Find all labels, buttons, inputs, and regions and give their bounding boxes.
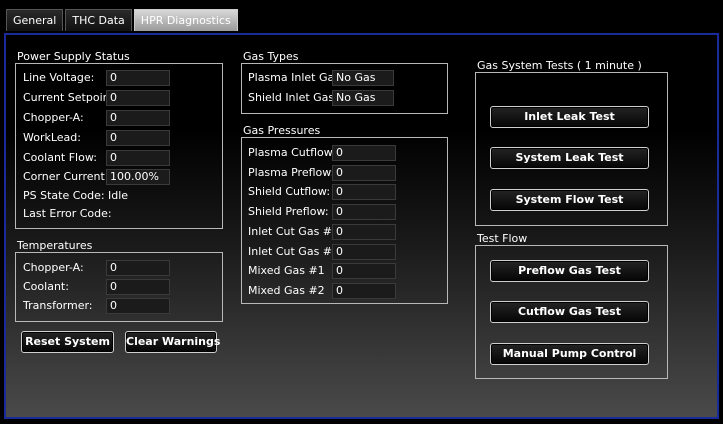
ps-label: Corner Current:	[23, 170, 109, 183]
preflow-gas-test-button[interactable]: Preflow Gas Test	[490, 260, 649, 282]
manual-pump-control-button[interactable]: Manual Pump Control	[490, 343, 649, 365]
plasma-inlet-gas-field: No Gas	[332, 70, 394, 86]
line-voltage-field: 0	[106, 70, 170, 86]
temp-label: Transformer:	[23, 299, 93, 312]
tab-general[interactable]: General	[6, 9, 64, 31]
test-flow-title: Test Flow	[477, 232, 528, 245]
ps-label: WorkLead:	[23, 131, 81, 144]
power-supply-title: Power Supply Status	[17, 50, 130, 63]
gas-system-tests-title: Gas System Tests ( 1 minute )	[477, 59, 642, 72]
mixed-gas-1-field: 0	[332, 263, 396, 279]
ps-label: PS State Code:	[23, 189, 105, 202]
gp-label: Shield Preflow:	[248, 205, 329, 218]
tab-thc-data[interactable]: THC Data	[65, 9, 132, 31]
gp-label: Inlet Cut Gas #1	[248, 225, 340, 238]
ps-label: Last Error Code:	[23, 207, 112, 220]
gas-type-label: Shield Inlet Gas:	[248, 91, 338, 104]
inlet-leak-test-button[interactable]: Inlet Leak Test	[490, 106, 649, 128]
gas-pressures-title: Gas Pressures	[243, 124, 321, 137]
ps-label: Chopper-A:	[23, 111, 84, 124]
temp-label: Coolant:	[23, 280, 69, 293]
shield-preflow-field: 0	[332, 204, 396, 220]
system-flow-test-button[interactable]: System Flow Test	[490, 189, 649, 211]
chopper-a-field: 0	[106, 110, 170, 126]
reset-system-button[interactable]: Reset System	[21, 331, 114, 353]
gp-label: Inlet Cut Gas #2	[248, 245, 340, 258]
ps-label: Current Setpoint:	[23, 91, 118, 104]
power-supply-group	[15, 63, 223, 229]
inlet-cut-gas-1-field: 0	[332, 224, 396, 240]
mixed-gas-2-field: 0	[332, 283, 396, 299]
coolant-flow-field: 0	[106, 150, 170, 166]
cutflow-gas-test-button[interactable]: Cutflow Gas Test	[490, 301, 649, 323]
shield-cutflow-field: 0	[332, 184, 396, 200]
ps-label: Line Voltage:	[23, 71, 95, 84]
corner-current-field: 100.00%	[106, 169, 170, 185]
gp-label: Mixed Gas #2	[248, 284, 325, 297]
plasma-cutflow-field: 0	[332, 145, 396, 161]
gp-label: Plasma Cutflow:	[248, 146, 336, 159]
temp-chopper-a-field: 0	[106, 260, 170, 276]
tab-bar: General THC Data HPR Diagnostics	[6, 9, 240, 33]
ps-label: Coolant Flow:	[23, 151, 97, 164]
tab-hpr-diagnostics[interactable]: HPR Diagnostics	[133, 9, 238, 31]
ps-state-value: Idle	[108, 189, 129, 202]
clear-warnings-button[interactable]: Clear Warnings	[125, 331, 220, 353]
system-leak-test-button[interactable]: System Leak Test	[490, 147, 649, 169]
gas-types-title: Gas Types	[243, 50, 299, 63]
temperatures-title: Temperatures	[17, 239, 93, 252]
plasma-preflow-field: 0	[332, 165, 396, 181]
gp-label: Shield Cutflow:	[248, 185, 331, 198]
inlet-cut-gas-2-field: 0	[332, 244, 396, 260]
current-setpoint-field: 0	[106, 90, 170, 106]
shield-inlet-gas-field: No Gas	[332, 90, 394, 106]
gas-type-label: Plasma Inlet Gas:	[248, 71, 344, 84]
gp-label: Plasma Preflow:	[248, 166, 335, 179]
temp-coolant-field: 0	[106, 279, 170, 295]
temp-transformer-field: 0	[106, 298, 170, 314]
worklead-field: 0	[106, 130, 170, 146]
temp-label: Chopper-A:	[23, 261, 84, 274]
gp-label: Mixed Gas #1	[248, 264, 325, 277]
